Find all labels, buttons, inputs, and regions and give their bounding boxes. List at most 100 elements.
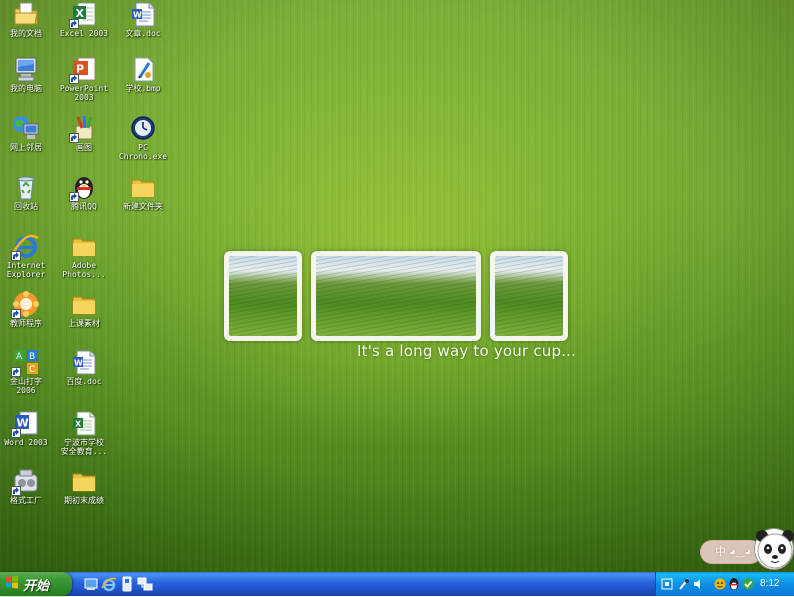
teacher-app-icon [11, 290, 40, 319]
tea-plantation-image [316, 256, 476, 336]
volume-icon[interactable] [692, 577, 704, 591]
folder-icon [70, 467, 98, 495]
desktop-icon-initial-final-grades[interactable]: 期初末成绩 [53, 467, 115, 505]
start-label: 开始 [23, 578, 50, 594]
desktop-icon-label: 学校.bmp [125, 84, 161, 93]
qq-penguin-icon [69, 173, 98, 202]
desktop-icon-pc-chrono[interactable]: PC Chrono.exe [112, 114, 174, 161]
desktop-icon-label: 百度.doc [66, 377, 102, 386]
desktop-icon-label: 上课素材 [68, 319, 100, 328]
folder-icon [70, 232, 98, 260]
desktop-icon-baidu-doc[interactable]: W 百度.doc [53, 348, 115, 386]
taskbar: 开始 8:12 [0, 572, 794, 596]
desktop-icon-label: 腾讯QQ [71, 202, 97, 211]
word-icon: W [11, 409, 40, 438]
desktop-icon-recycle-bin[interactable]: 回收站 [0, 173, 57, 211]
desktop-icon-internet-explorer[interactable]: Internet Explorer [0, 232, 57, 279]
start-button[interactable]: 开始 [0, 572, 72, 596]
shortcut-arrow-icon [11, 428, 21, 438]
taskbar-clock[interactable]: 8:12 [760, 572, 779, 596]
desktop-icon-label: 期初末成绩 [64, 496, 104, 505]
paint-icon [69, 114, 98, 143]
input-method-widget[interactable]: 中 ◕‿◕ [700, 528, 794, 572]
desktop-icon-article-doc[interactable]: W 文章.doc [112, 0, 174, 38]
network-tray-icon[interactable] [742, 577, 754, 591]
windows-logo-icon [5, 575, 19, 594]
folder-icon [129, 173, 157, 201]
tea-plantation-image [229, 256, 297, 336]
safely-remove-icon[interactable] [661, 577, 673, 591]
word-doc-icon: W [70, 348, 98, 376]
desktop[interactable]: 我的文档 我的电脑 网上邻居 回收站 Internet Explorer 教师程… [0, 0, 794, 572]
shortcut-arrow-icon [69, 19, 79, 29]
format-factory-icon [11, 467, 40, 496]
shortcut-arrow-icon [11, 367, 21, 377]
word-doc-icon: W [129, 0, 157, 28]
qq-tray-icon[interactable] [728, 577, 740, 591]
desktop-icon-label: 画图 [76, 143, 92, 152]
wallpaper-photo-right [490, 251, 568, 341]
desktop-icon-format-factory[interactable]: 格式工厂 [0, 467, 57, 505]
desktop-icon-label: Internet Explorer [6, 261, 46, 279]
shortcut-arrow-icon [69, 133, 79, 143]
desktop-icon-my-documents[interactable]: 我的文档 [0, 0, 57, 38]
desktop-icon-label: 金山打字 2006 [10, 377, 42, 395]
desktop-icon-label: 文章.doc [125, 29, 161, 38]
internet-explorer-icon [11, 232, 40, 261]
desktop-icon-word-2003[interactable]: W Word 2003 [0, 409, 57, 447]
svg-text:W: W [133, 11, 142, 20]
powerpoint-icon: P [69, 55, 98, 84]
wallpaper-photo-center [311, 251, 481, 341]
wallpaper-slogan: It's a long way to your cup... [357, 342, 577, 360]
desktop-icon-label: PC Chrono.exe [118, 143, 168, 161]
desktop-icon-network-places[interactable]: 网上邻居 [0, 114, 57, 152]
typing-tutor-icon: ABC [11, 348, 40, 377]
shortcut-arrow-icon [11, 486, 21, 496]
media-icon[interactable] [119, 576, 135, 592]
desktop-icon-paint[interactable]: 画图 [53, 114, 115, 152]
desktop-icon-school-bmp[interactable]: 学校.bmp [112, 55, 174, 93]
desktop-icon-label: Word 2003 [4, 438, 48, 447]
desktop-icon-label: 新建文件夹 [123, 202, 163, 211]
desktop-icon-label: 我的电脑 [10, 84, 42, 93]
desktop-icon-new-folder[interactable]: 新建文件夹 [112, 173, 174, 211]
desktop-icon-label: Excel 2003 [59, 29, 109, 38]
desktop-icon-label: Adobe Photos... [62, 261, 106, 279]
desktop-icon-my-computer[interactable]: 我的电脑 [0, 55, 57, 93]
svg-text:A: A [16, 352, 23, 362]
shortcut-arrow-icon [11, 251, 21, 261]
desktop-icon-excel-2003[interactable]: X Excel 2003 [53, 0, 115, 38]
my-computer-icon [12, 55, 40, 83]
internet-explorer-icon[interactable] [101, 576, 117, 592]
shortcut-arrow-icon [11, 309, 21, 319]
desktop-icon-qq[interactable]: 腾讯QQ [53, 173, 115, 211]
desktop-icon-ningbo-safety[interactable]: X 宁波市学校 安全教育... [53, 409, 115, 456]
excel-doc-icon: X [70, 409, 98, 437]
desktop-icon-adobe-photoshop[interactable]: Adobe Photos... [53, 232, 115, 279]
show-desktop-icon[interactable] [83, 576, 99, 592]
svg-text:W: W [74, 359, 83, 368]
desktop-icon-class-materials[interactable]: 上课素材 [53, 290, 115, 328]
input-method-icon[interactable] [714, 577, 726, 591]
network-places-icon [12, 114, 40, 142]
desktop-icon-teacher-program[interactable]: 教师程序 [0, 290, 57, 328]
desktop-icon-label: 回收站 [14, 202, 38, 211]
network-icon[interactable] [137, 576, 153, 592]
folder-icon [70, 290, 98, 318]
desktop-icon-label: 我的文档 [10, 29, 42, 38]
desktop-icon-powerpoint-2003[interactable]: P PowerPoint 2003 [53, 55, 115, 102]
desktop-icon-label: 网上邻居 [10, 143, 42, 152]
desktop-icon-label: 教师程序 [10, 319, 42, 328]
panda-icon [754, 528, 794, 570]
desktop-icon-typing-tutor[interactable]: ABC 金山打字 2006 [0, 348, 57, 395]
bmp-image-icon [129, 55, 157, 83]
desktop-icon-label: 宁波市学校 安全教育... [60, 438, 108, 456]
shortcut-arrow-icon [69, 192, 79, 202]
pen-icon[interactable] [678, 577, 690, 591]
wallpaper-photo-left [224, 251, 302, 341]
excel-icon: X [69, 0, 98, 29]
svg-text:X: X [75, 420, 82, 429]
tea-plantation-image [495, 256, 563, 336]
desktop-icon-label: PowerPoint 2003 [59, 84, 109, 102]
recycle-bin-icon [12, 173, 40, 201]
